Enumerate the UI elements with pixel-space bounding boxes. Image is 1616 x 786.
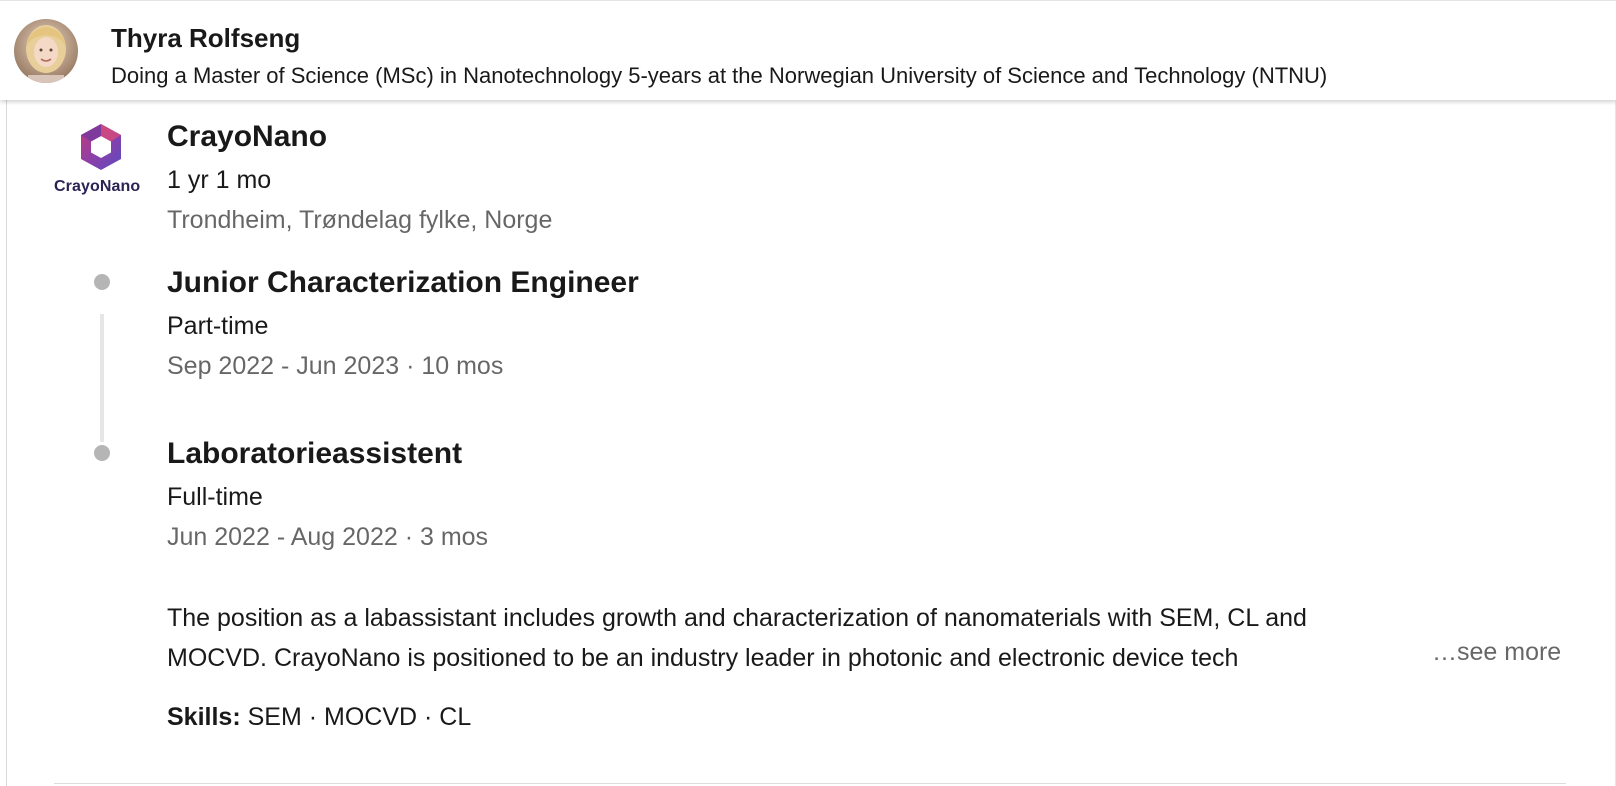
company-logo[interactable]: CrayoNano <box>50 118 154 202</box>
position-title[interactable]: Junior Characterization Engineer <box>167 266 639 300</box>
profile-headline: Doing a Master of Science (MSc) in Nanot… <box>111 63 1328 88</box>
description-line: The position as a labassistant includes … <box>167 604 1307 632</box>
timeline-connector <box>100 314 104 442</box>
description-line: MOCVD. CrayoNano is positioned to be an … <box>167 644 1239 672</box>
position-description: The position as a labassistant includes … <box>167 598 1567 678</box>
avatar-photo-icon <box>14 19 78 83</box>
crayonano-logo-icon <box>81 124 121 170</box>
company-name[interactable]: CrayoNano <box>167 120 327 154</box>
profile-name: Thyra Rolfseng <box>111 23 301 53</box>
position-employment-type: Full-time <box>167 483 263 511</box>
position-employment-type: Part-time <box>167 312 269 340</box>
position-skills[interactable]: Skills: SEM · MOCVD · CL <box>167 703 471 732</box>
card-left-border <box>6 100 7 786</box>
company-location: Trondheim, Trøndelag fylke, Norge <box>167 206 553 234</box>
section-divider <box>54 783 1566 784</box>
avatar[interactable] <box>14 19 78 83</box>
timeline-dot <box>94 445 110 461</box>
company-logo-wordmark: CrayoNano <box>54 178 141 195</box>
profile-experience-page: Thyra Rolfseng Doing a Master of Science… <box>0 0 1616 786</box>
skills-list: SEM · MOCVD · CL <box>247 703 472 731</box>
company-total-duration: 1 yr 1 mo <box>167 166 272 194</box>
position-title[interactable]: Laboratorieassistent <box>167 437 462 471</box>
see-more-button[interactable]: …see more <box>1426 638 1562 667</box>
timeline-dot <box>94 274 110 290</box>
position-dates: Jun 2022 - Aug 2022 · 3 mos <box>167 523 489 551</box>
skills-label: Skills: <box>167 703 241 731</box>
sticky-profile-header: Thyra Rolfseng Doing a Master of Science… <box>0 0 1616 100</box>
position-dates: Sep 2022 - Jun 2023 · 10 mos <box>167 352 504 380</box>
